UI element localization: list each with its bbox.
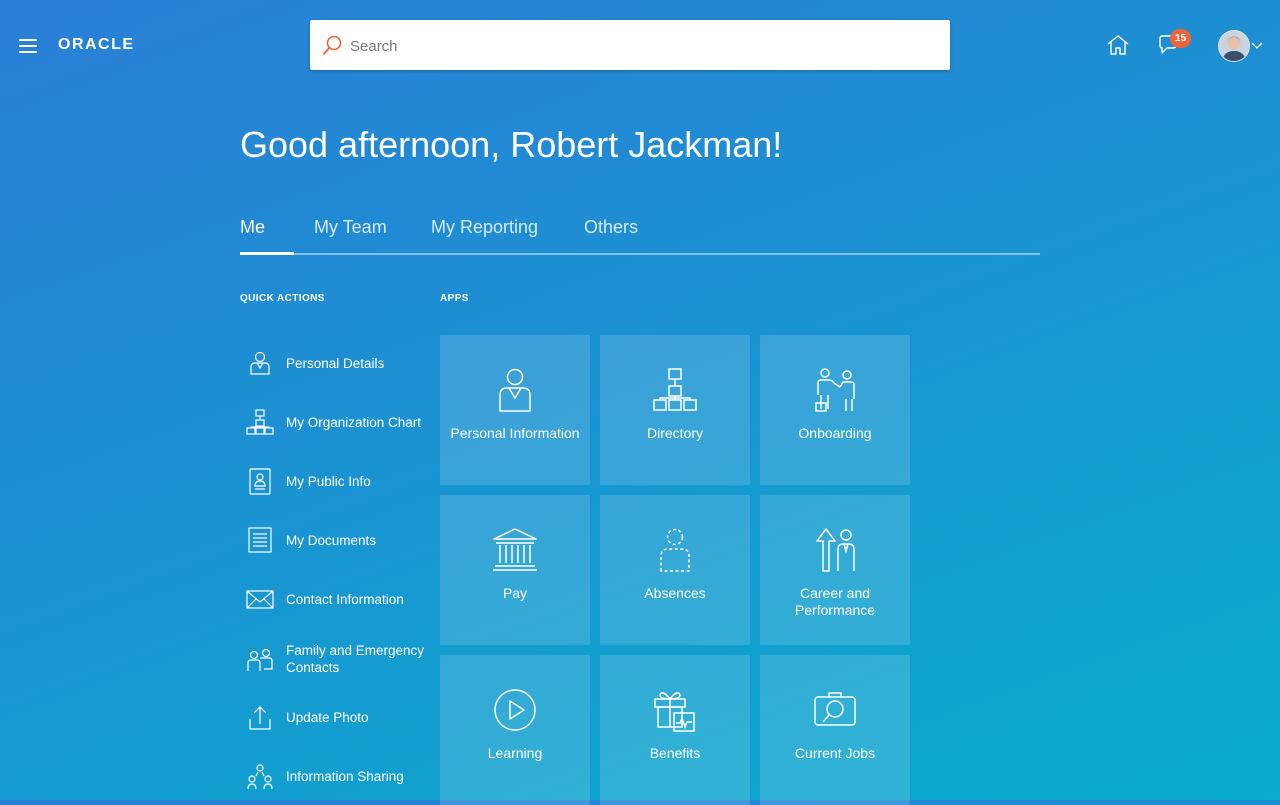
- org-chart-icon: [246, 409, 274, 435]
- tab-my-reporting[interactable]: My Reporting: [431, 217, 538, 238]
- tab-bar: Me My Team My Reporting Others: [240, 210, 1040, 255]
- app-tile-label: Benefits: [649, 745, 701, 761]
- person-badge-icon: [250, 351, 270, 375]
- menu-icon[interactable]: [19, 39, 37, 53]
- app-tile-onboarding[interactable]: Onboarding: [760, 335, 910, 485]
- quick-action-label: My Public Info: [286, 474, 371, 489]
- quick-action-label: Update Photo: [286, 710, 369, 725]
- app-tile-label: Directory: [646, 425, 703, 441]
- quick-action-documents[interactable]: My Documents: [246, 520, 436, 560]
- career-icon: [816, 528, 855, 572]
- home-icon[interactable]: [1106, 34, 1130, 56]
- notification-badge[interactable]: 15: [1170, 29, 1191, 48]
- family-icon: [247, 648, 273, 671]
- job-search-icon: [814, 692, 856, 726]
- app-tile-career-and-performance[interactable]: Career and Performance: [760, 495, 910, 645]
- quick-action-personal-details[interactable]: Personal Details: [246, 343, 436, 383]
- apps-title: APPS: [440, 293, 469, 304]
- person-icon: [499, 368, 531, 412]
- quick-action-label: Family and Emergency Contacts: [286, 643, 425, 675]
- app-tile-label: Personal Information: [450, 425, 580, 441]
- upload-icon: [249, 706, 271, 730]
- gift-icon: [654, 692, 695, 732]
- quick-action-family-emergency-contacts[interactable]: Family and Emergency Contacts: [246, 639, 436, 679]
- sharing-icon: [247, 764, 273, 790]
- quick-action-information-sharing[interactable]: Information Sharing: [246, 756, 436, 796]
- app-tile-absences[interactable]: Absences: [600, 495, 750, 645]
- tab-my-team[interactable]: My Team: [314, 217, 387, 238]
- onboarding-icon: [815, 368, 855, 412]
- quick-action-contact-information[interactable]: Contact Information: [246, 579, 436, 619]
- app-tile-label: Absences: [644, 585, 706, 601]
- tab-others[interactable]: Others: [584, 217, 638, 238]
- absent-person-icon: [660, 528, 690, 572]
- app-tile-label: Pay: [502, 585, 528, 601]
- chevron-down-icon[interactable]: [1251, 42, 1263, 50]
- app-tile-label: Learning: [487, 745, 543, 761]
- search-input[interactable]: [348, 20, 942, 72]
- bank-icon: [493, 528, 537, 571]
- tab-me[interactable]: Me: [240, 217, 265, 238]
- avatar[interactable]: [1218, 30, 1250, 62]
- quick-action-label: My Documents: [286, 533, 377, 548]
- directory-icon: [653, 368, 697, 411]
- app-tile-label: Onboarding: [798, 425, 872, 441]
- quick-action-public-info[interactable]: My Public Info: [246, 461, 436, 501]
- active-tab-indicator: [240, 252, 294, 255]
- quick-action-label: Contact Information: [286, 592, 404, 607]
- quick-action-label: My Organization Chart: [286, 415, 422, 430]
- app-tile-label: Current Jobs: [794, 745, 876, 761]
- app-tile-learning[interactable]: Learning: [440, 655, 590, 805]
- quick-action-label: Personal Details: [286, 356, 385, 371]
- app-tile-benefits[interactable]: Benefits: [600, 655, 750, 805]
- quick-actions-title: QUICK ACTIONS: [240, 293, 325, 304]
- quick-action-org-chart[interactable]: My Organization Chart: [246, 402, 436, 442]
- quick-action-update-photo[interactable]: Update Photo: [246, 697, 436, 737]
- top-bar: ORACLE 15: [0, 0, 1280, 92]
- app-tile-directory[interactable]: Directory: [600, 335, 750, 485]
- app-tile-personal-information[interactable]: Personal Information: [440, 335, 590, 485]
- app-tile-current-jobs[interactable]: Current Jobs: [760, 655, 910, 805]
- id-card-icon: [249, 468, 271, 495]
- quick-action-label: Information Sharing: [286, 769, 404, 784]
- greeting-heading: Good afternoon, Robert Jackman!: [240, 124, 783, 165]
- oracle-logo[interactable]: ORACLE: [58, 36, 135, 54]
- search-icon: [323, 35, 342, 55]
- play-icon: [494, 689, 536, 731]
- app-tile-pay[interactable]: Pay: [440, 495, 590, 645]
- envelope-icon: [246, 590, 274, 609]
- document-icon: [248, 527, 272, 553]
- search-box[interactable]: [310, 20, 950, 72]
- avatar-photo: [1219, 31, 1249, 61]
- app-tile-label: Career and Performance: [794, 585, 876, 618]
